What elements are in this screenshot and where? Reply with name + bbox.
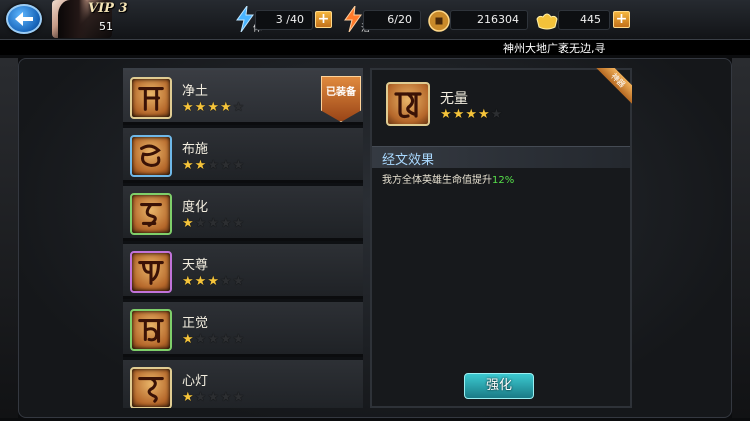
star-rating: ★ ★ ★ ★ ★ [182,217,244,230]
effect-title: 经文效果 [382,153,435,168]
scripture-name: 心灯 [182,374,209,389]
scripture-name: 正觉 [182,316,209,331]
top-bar: VIP 3 51 体 3 /40 + 活 6/20 216304 445 + [0,0,750,40]
star-empty-icon: ★ [194,332,207,347]
effect-header: 经文效果 [372,146,630,168]
star-empty-icon: ★ [219,390,232,405]
stamina-counter: 3 /40 [255,10,313,30]
star-filled-icon: ★ [182,158,194,173]
artifact-corner-tag: 神器 [592,68,632,108]
star-empty-icon: ★ [232,390,245,405]
star-empty-icon: ★ [219,332,232,347]
vip-label: VIP 3 [88,1,128,16]
corner-tag-label: 神器 [594,68,632,105]
star-filled-icon: ★ [182,216,194,231]
scripture-rune-icon [130,309,172,351]
scripture-detail-panel: 无量 ★ ★ ★ ★ ★ 神器 经文效果 我方全体英雄生命值提升12% 强化 [370,68,632,408]
star-filled-icon: ★ [194,274,207,289]
star-rating: ★ ★ ★ ★ ★ [182,159,244,172]
frame-right-border [732,58,750,418]
scripture-row[interactable]: 净土 ★ ★ ★ ★ ★ 已装备 [123,70,363,125]
equipped-tag: 已装备 [321,76,361,122]
back-button[interactable] [6,4,42,34]
star-filled-icon: ★ [207,100,219,115]
frame-left-border [0,58,18,418]
gold-ingot-icon [534,7,560,35]
energy-counter: 6/20 [363,10,421,30]
add-ingots-button[interactable]: + [613,11,630,28]
enhance-button[interactable]: 强化 [464,373,534,399]
scripture-rune-icon [130,77,172,119]
add-stamina-button[interactable]: + [315,11,332,28]
star-filled-icon: ★ [194,158,207,173]
star-empty-icon: ★ [194,390,207,405]
scripture-row[interactable]: 心灯 ★ ★ ★ ★ ★ [123,360,363,408]
scripture-name: 布施 [182,142,209,157]
scripture-rune-icon [130,135,172,177]
star-filled-icon: ★ [182,332,194,347]
stamina-value: 3 /40 [275,13,304,26]
star-empty-icon: ★ [219,158,232,173]
energy-value: 6/20 [387,13,412,26]
ticker-text: 神州大地广袤无边,寻 [503,42,606,55]
scripture-rune-icon [130,193,172,235]
player-level: 51 [99,20,113,33]
star-empty-icon: ★ [232,100,245,115]
coin-value: 216304 [477,13,519,26]
scripture-rune-icon [386,82,430,126]
back-arrow-icon [15,12,33,26]
star-filled-icon: ★ [194,100,207,115]
star-empty-icon: ★ [490,107,503,122]
scripture-list[interactable]: 净土 ★ ★ ★ ★ ★ 已装备 布施 ★ ★ ★ ★ ★ 度化 ★ ★ ★ ★ ★ 天尊 ★ ★ ★ ★ ★ 正觉 ★ ★ ★ ★ ★ 心灯… [123,68,363,408]
star-empty-icon: ★ [207,216,219,231]
star-rating: ★ ★ ★ ★ ★ [182,275,244,288]
detail-scripture-name: 无量 [440,91,468,107]
star-rating: ★ ★ ★ ★ ★ [182,101,244,114]
star-filled-icon: ★ [182,274,194,289]
star-empty-icon: ★ [232,158,245,173]
scripture-name: 净土 [182,84,209,99]
scripture-rune-icon [130,367,172,408]
ingot-counter: 445 [558,10,610,30]
coin-icon [426,7,452,35]
effect-description: 我方全体英雄生命值提升12% [382,171,514,186]
scripture-row[interactable]: 布施 ★ ★ ★ ★ ★ [123,128,363,183]
star-empty-icon: ★ [207,332,219,347]
scripture-rune-icon [130,251,172,293]
coin-counter: 216304 [450,10,528,30]
star-filled-icon: ★ [219,100,232,115]
news-ticker: 神州大地广袤无边,寻 [0,40,750,55]
effect-value: 12% [492,175,515,186]
star-empty-icon: ★ [207,390,219,405]
star-filled-icon: ★ [465,107,477,122]
star-filled-icon: ★ [207,274,219,289]
star-filled-icon: ★ [440,107,452,122]
detail-star-rating: ★ ★ ★ ★ ★ [440,108,502,121]
ingot-value: 445 [580,13,601,26]
star-rating: ★ ★ ★ ★ ★ [182,333,244,346]
star-rating: ★ ★ ★ ★ ★ [182,391,244,404]
star-empty-icon: ★ [232,216,245,231]
scripture-row[interactable]: 正觉 ★ ★ ★ ★ ★ [123,302,363,357]
scripture-row[interactable]: 天尊 ★ ★ ★ ★ ★ [123,244,363,299]
star-filled-icon: ★ [182,100,194,115]
star-empty-icon: ★ [219,216,232,231]
scripture-name: 度化 [182,200,209,215]
star-empty-icon: ★ [232,332,245,347]
scripture-name: 天尊 [182,258,209,273]
star-empty-icon: ★ [194,216,207,231]
scripture-row[interactable]: 度化 ★ ★ ★ ★ ★ [123,186,363,241]
star-empty-icon: ★ [232,274,245,289]
effect-text: 我方全体英雄生命值提升 [382,175,492,186]
star-empty-icon: ★ [207,158,219,173]
star-empty-icon: ★ [219,274,232,289]
star-filled-icon: ★ [452,107,465,122]
star-filled-icon: ★ [477,107,490,122]
star-filled-icon: ★ [182,390,194,405]
